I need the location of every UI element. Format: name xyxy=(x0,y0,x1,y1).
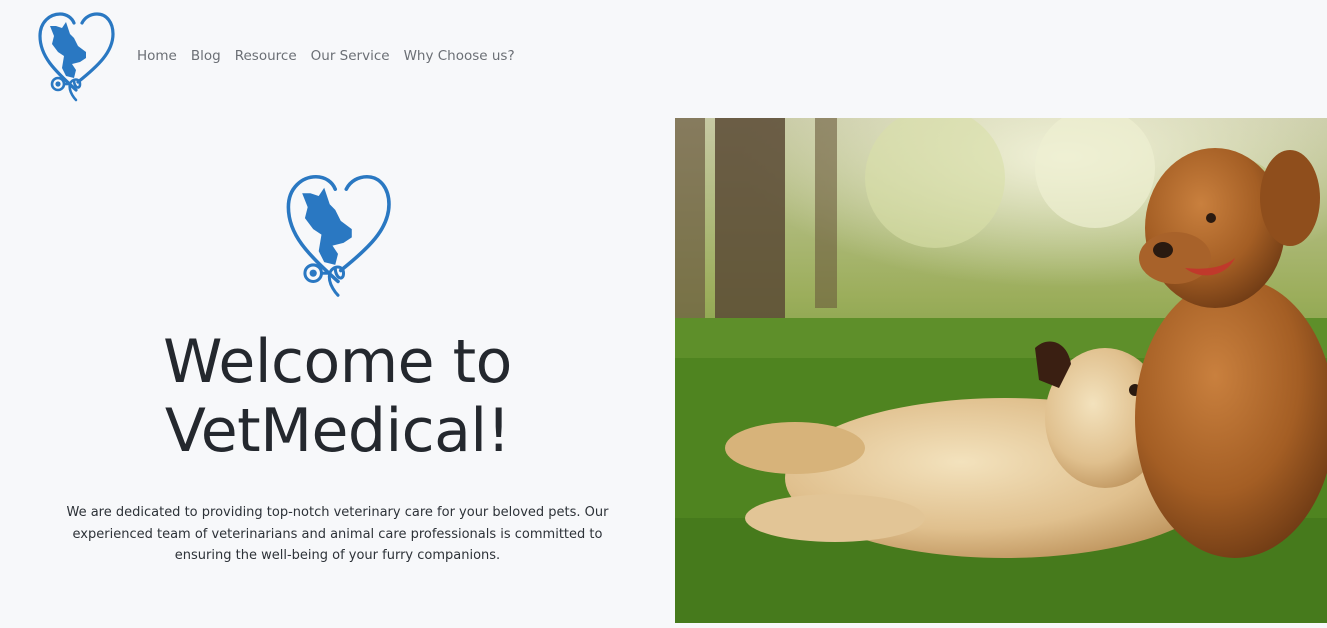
hero-section: Welcome to VetMedical! We are dedicated … xyxy=(0,118,675,628)
vet-logo-icon xyxy=(38,12,115,102)
hero-title-line2: VetMedical! xyxy=(164,396,511,466)
hero-image xyxy=(675,118,1327,623)
hero-title-line1: Welcome to xyxy=(163,327,512,397)
nav-link-why-choose-us[interactable]: Why Choose us? xyxy=(397,48,522,64)
nav-link-home[interactable]: Home xyxy=(130,48,184,64)
vet-logo-icon xyxy=(286,174,391,297)
main-nav: Home Blog Resource Our Service Why Choos… xyxy=(130,48,522,64)
nav-link-our-service[interactable]: Our Service xyxy=(304,48,397,64)
dogs-photo-icon xyxy=(675,118,1327,623)
hero-description: We are dedicated to providing top-notch … xyxy=(66,505,609,563)
nav-link-resource[interactable]: Resource xyxy=(228,48,304,64)
nav-link-blog[interactable]: Blog xyxy=(184,48,228,64)
hero-title: Welcome to VetMedical! xyxy=(0,328,675,466)
navbar: Home Blog Resource Our Service Why Choos… xyxy=(0,0,1327,118)
hero-logo xyxy=(282,174,394,298)
brand-logo[interactable] xyxy=(36,12,116,102)
